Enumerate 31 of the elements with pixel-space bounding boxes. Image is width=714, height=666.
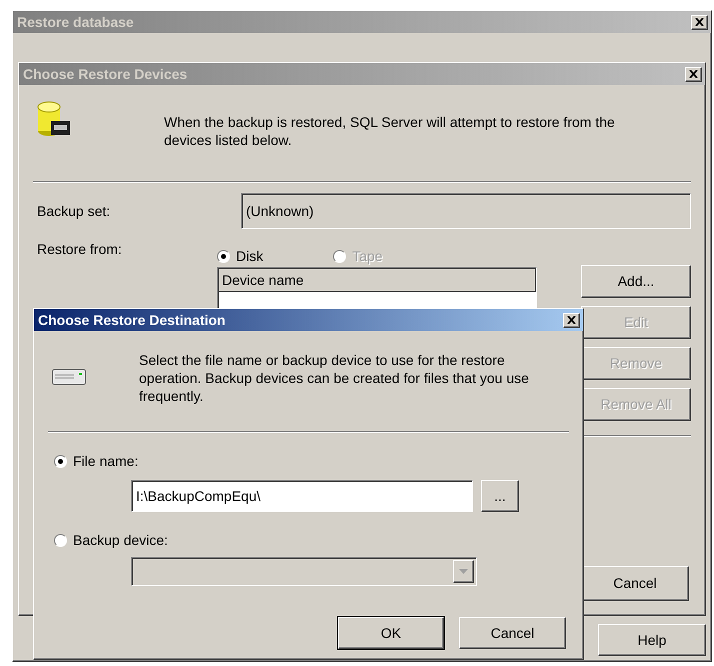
- window-title: Restore database: [17, 12, 134, 32]
- dialog-button[interactable]: Help: [598, 624, 706, 656]
- radio-button[interactable]: [54, 534, 67, 547]
- window-title: Choose Restore Destination: [38, 310, 226, 330]
- close-button[interactable]: [691, 14, 708, 30]
- dropdown-arrow-icon: [459, 569, 468, 574]
- radio-label: Backup device:: [73, 531, 168, 550]
- radio-button[interactable]: [217, 250, 230, 262]
- dialog-button[interactable]: OK: [338, 617, 444, 649]
- backup-set-field: (Unknown): [241, 193, 691, 229]
- backup-device-dropdown[interactable]: [131, 557, 477, 586]
- radio-label: File name:: [73, 452, 138, 471]
- close-icon: [689, 70, 698, 78]
- close-button[interactable]: [685, 66, 702, 82]
- close-button[interactable]: [563, 312, 580, 328]
- info-message: Select the file name or backup device to use for the restore operation. Backup devices can be created for files that you use frequently.: [139, 351, 530, 405]
- dialog-button[interactable]: Cancel: [459, 617, 566, 649]
- field-label: Backup set:: [37, 202, 112, 221]
- radio-button[interactable]: [54, 455, 67, 468]
- info-message: When the backup is restored, SQL Server will attempt to restore from the devices listed below.: [164, 113, 616, 149]
- field-label: Restore from:: [37, 241, 122, 257]
- dialog-button[interactable]: Cancel: [581, 566, 689, 601]
- window-title: Choose Restore Devices: [23, 64, 188, 84]
- close-icon: [567, 316, 576, 324]
- radio-label: Disk: [236, 246, 264, 266]
- dialog-button[interactable]: Add...: [581, 265, 691, 298]
- column-header: Device name: [218, 268, 536, 292]
- close-icon: [695, 18, 704, 26]
- dialog-button[interactable]: ...: [481, 480, 519, 512]
- drive-icon: [52, 369, 86, 385]
- file-name-field[interactable]: I:\BackupCompEqu\: [131, 480, 473, 512]
